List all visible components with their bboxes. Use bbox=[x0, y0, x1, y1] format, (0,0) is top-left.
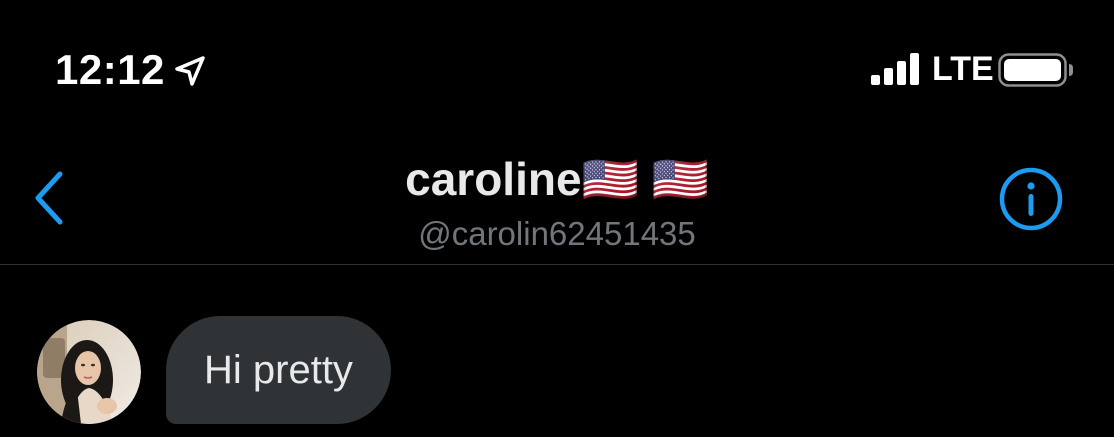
battery-icon bbox=[998, 53, 1073, 87]
chevron-left-icon bbox=[35, 171, 63, 225]
header-divider bbox=[0, 264, 1114, 265]
info-circle-icon bbox=[999, 167, 1063, 231]
info-button[interactable] bbox=[998, 166, 1064, 232]
message-bubble[interactable]: Hi pretty bbox=[166, 316, 391, 424]
network-type-label: LTE bbox=[932, 50, 994, 88]
conversation-header[interactable]: caroline🇺🇸 🇺🇸 @carolin62451435 bbox=[257, 150, 857, 256]
message-row: Hi pretty bbox=[0, 316, 1114, 426]
contact-name: caroline🇺🇸 🇺🇸 bbox=[405, 153, 709, 205]
back-button[interactable] bbox=[28, 168, 72, 228]
status-bar: 12:12 LTE bbox=[0, 0, 1114, 140]
contact-handle: @carolin62451435 bbox=[418, 215, 696, 252]
cellular-signal-icon bbox=[871, 53, 919, 85]
avatar[interactable] bbox=[37, 320, 141, 424]
status-time: 12:12 bbox=[55, 46, 165, 93]
location-arrow-icon bbox=[175, 56, 205, 86]
message-text: Hi pretty bbox=[204, 348, 353, 392]
